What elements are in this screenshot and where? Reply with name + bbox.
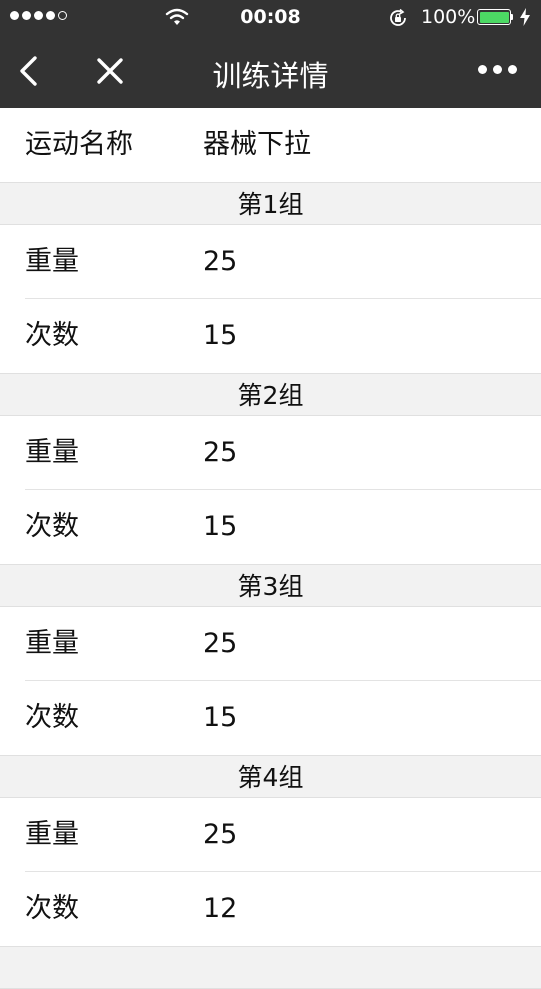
weight-value: 25: [203, 628, 238, 659]
nav-bar: 训练详情: [0, 34, 541, 108]
group-header: 第3组: [0, 564, 541, 607]
group-header-partial: [0, 946, 541, 989]
weight-label: 重量: [25, 246, 79, 277]
more-dots-icon[interactable]: [478, 65, 517, 74]
weight-row: 重量 25: [0, 607, 541, 681]
weight-value: 25: [203, 437, 238, 468]
reps-label: 次数: [25, 320, 79, 351]
reps-value: 15: [203, 702, 238, 733]
weight-row: 重量 25: [0, 416, 541, 490]
reps-label: 次数: [25, 511, 79, 542]
charging-bolt-icon: [520, 8, 530, 26]
reps-row: 次数 15: [0, 681, 541, 755]
reps-row: 次数 15: [0, 299, 541, 373]
reps-row: 次数 12: [0, 872, 541, 946]
battery-icon: [477, 9, 511, 25]
reps-label: 次数: [25, 893, 79, 924]
page-title: 训练详情: [212, 59, 329, 93]
exercise-name-value: 器械下拉: [203, 129, 311, 160]
reps-value: 12: [203, 893, 238, 924]
battery-percent: 100%: [421, 6, 476, 28]
reps-label: 次数: [25, 702, 79, 733]
weight-row: 重量 25: [0, 798, 541, 872]
weight-label: 重量: [25, 819, 79, 850]
weight-label: 重量: [25, 437, 79, 468]
group-header: 第2组: [0, 373, 541, 416]
exercise-name-label: 运动名称: [25, 129, 133, 160]
group-header: 第1组: [0, 182, 541, 225]
reps-value: 15: [203, 511, 238, 542]
battery-level: [479, 11, 509, 23]
status-bar: 00:08 100%: [0, 0, 541, 34]
exercise-name-row: 运动名称 器械下拉: [0, 108, 541, 182]
weight-value: 25: [203, 819, 238, 850]
reps-value: 15: [203, 320, 238, 351]
weight-label: 重量: [25, 628, 79, 659]
reps-row: 次数 15: [0, 490, 541, 564]
training-detail-list: 运动名称 器械下拉 第1组 重量 25 次数 15 第2组 重量 25 次数 1…: [0, 108, 541, 989]
rotation-lock-icon: [390, 8, 406, 26]
weight-row: 重量 25: [0, 225, 541, 299]
weight-value: 25: [203, 246, 238, 277]
group-header: 第4组: [0, 755, 541, 798]
